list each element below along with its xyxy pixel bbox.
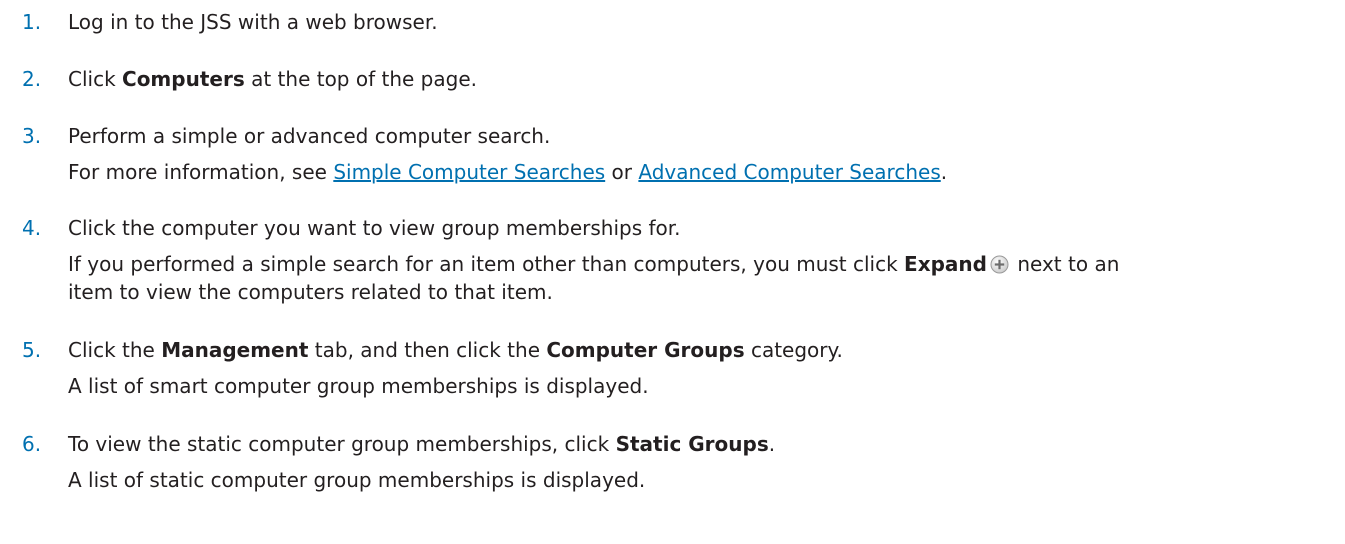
step-text: Click the computer you want to view grou… [68, 216, 681, 240]
step-result: A list of static computer group membersh… [68, 468, 646, 492]
expand-plus-icon [990, 253, 1009, 274]
ui-term-computer-groups: Computer Groups [546, 338, 745, 362]
text-segment: . [768, 432, 776, 456]
step-1: 1. Log in to the JSS with a web browser. [22, 8, 1325, 36]
step-2: 2. Click Computers at the top of the pag… [22, 65, 1325, 93]
step-text: Log in to the JSS with a web browser. [68, 10, 438, 34]
step-number: 1. [22, 10, 42, 34]
text-segment: or [605, 160, 639, 184]
step-5: 5. Click the Management tab, and then cl… [22, 336, 1325, 400]
step-number: 2. [22, 67, 42, 91]
simple-computer-searches-link[interactable]: Simple Computer Searches [333, 160, 605, 184]
text-segment: For more information, see [68, 160, 334, 184]
text-segment: To view the static computer group member… [68, 432, 616, 456]
text-segment: at the top of the page. [244, 67, 477, 91]
procedure-document: 1. Log in to the JSS with a web browser.… [0, 0, 1345, 544]
step-4: 4. Click the computer you want to view g… [22, 214, 1325, 306]
step-number: 4. [22, 216, 42, 240]
step-note: For more information, see Simple Compute… [68, 158, 1325, 186]
step-number: 6. [22, 432, 42, 456]
text-segment: . [940, 160, 948, 184]
text-segment: Click the [68, 338, 162, 362]
text-segment: If you performed a simple search for an … [68, 252, 905, 276]
text-segment: Click [68, 67, 123, 91]
ui-term-management: Management [161, 338, 309, 362]
step-number: 5. [22, 338, 42, 362]
step-text: Perform a simple or advanced computer se… [68, 124, 551, 148]
advanced-computer-searches-link[interactable]: Advanced Computer Searches [638, 160, 940, 184]
step-result: A list of smart computer group membershi… [68, 374, 649, 398]
ui-term-computers: Computers [122, 67, 245, 91]
step-3: 3. Perform a simple or advanced computer… [22, 122, 1325, 186]
ui-term-expand: Expand [904, 252, 987, 276]
step-text: Click the Management tab, and then click… [68, 336, 1325, 364]
step-note: If you performed a simple search for an … [68, 250, 1128, 306]
ui-term-static-groups: Static Groups [615, 432, 769, 456]
step-text: Click Computers at the top of the page. [68, 65, 1325, 93]
step-text: To view the static computer group member… [68, 430, 1325, 458]
text-segment: tab, and then click the [308, 338, 547, 362]
text-segment: category. [744, 338, 843, 362]
step-6: 6. To view the static computer group mem… [22, 430, 1325, 494]
step-number: 3. [22, 124, 42, 148]
